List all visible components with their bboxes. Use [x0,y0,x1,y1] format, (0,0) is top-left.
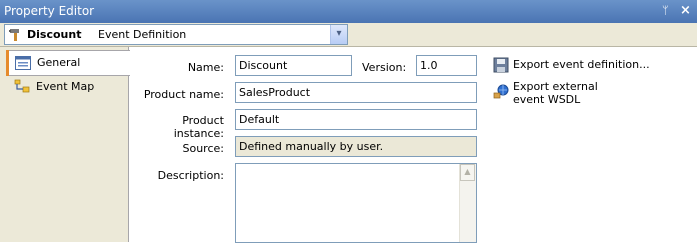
object-type: Event Definition [98,28,187,41]
tab-general-label: General [37,56,81,69]
tab-event-map-label: Event Map [36,80,95,93]
product-name-field[interactable]: SalesProduct [235,82,477,103]
form-icon [15,56,31,70]
product-instance-label: Product instance: [173,114,224,140]
map-icon [14,79,30,93]
tab-strip: General Event Map [0,47,130,242]
description-label: Description: [157,169,224,182]
title-bar: Property Editor ᛘ × [0,0,697,23]
toolbar: Discount Event Definition ▾ [0,23,697,47]
hammer-icon [9,29,19,41]
description-textarea[interactable]: ▲ [235,163,477,243]
tab-general[interactable]: General [6,50,130,76]
tab-event-map[interactable]: Event Map [6,75,129,101]
version-label: Version: [362,61,407,74]
source-field: Defined manually by user. [235,136,477,157]
product-instance-field[interactable]: Default [235,109,477,130]
export-globe-icon [493,84,509,99]
scroll-up-icon[interactable]: ▲ [460,164,475,181]
name-field[interactable]: Discount [235,55,352,76]
name-label: Name: [187,61,224,74]
pin-icon[interactable]: ᛘ [662,4,669,17]
source-label: Source: [182,142,225,155]
export-wsdl-label-line2: event WSDL [513,93,581,106]
version-field[interactable]: 1.0 [416,55,477,76]
export-definition-label: Export event definition... [513,58,650,71]
close-icon[interactable]: × [680,3,691,18]
save-disk-icon [493,57,509,73]
window-title: Property Editor [4,4,95,18]
object-name: Discount [27,28,82,41]
description-scrollbar[interactable]: ▲ [459,164,476,242]
product-name-label: Product name: [143,88,224,101]
export-wsdl-label-line1: Export external [513,80,598,93]
chevron-down-icon[interactable]: ▾ [330,25,347,44]
object-selector[interactable]: Discount Event Definition ▾ [4,24,348,45]
